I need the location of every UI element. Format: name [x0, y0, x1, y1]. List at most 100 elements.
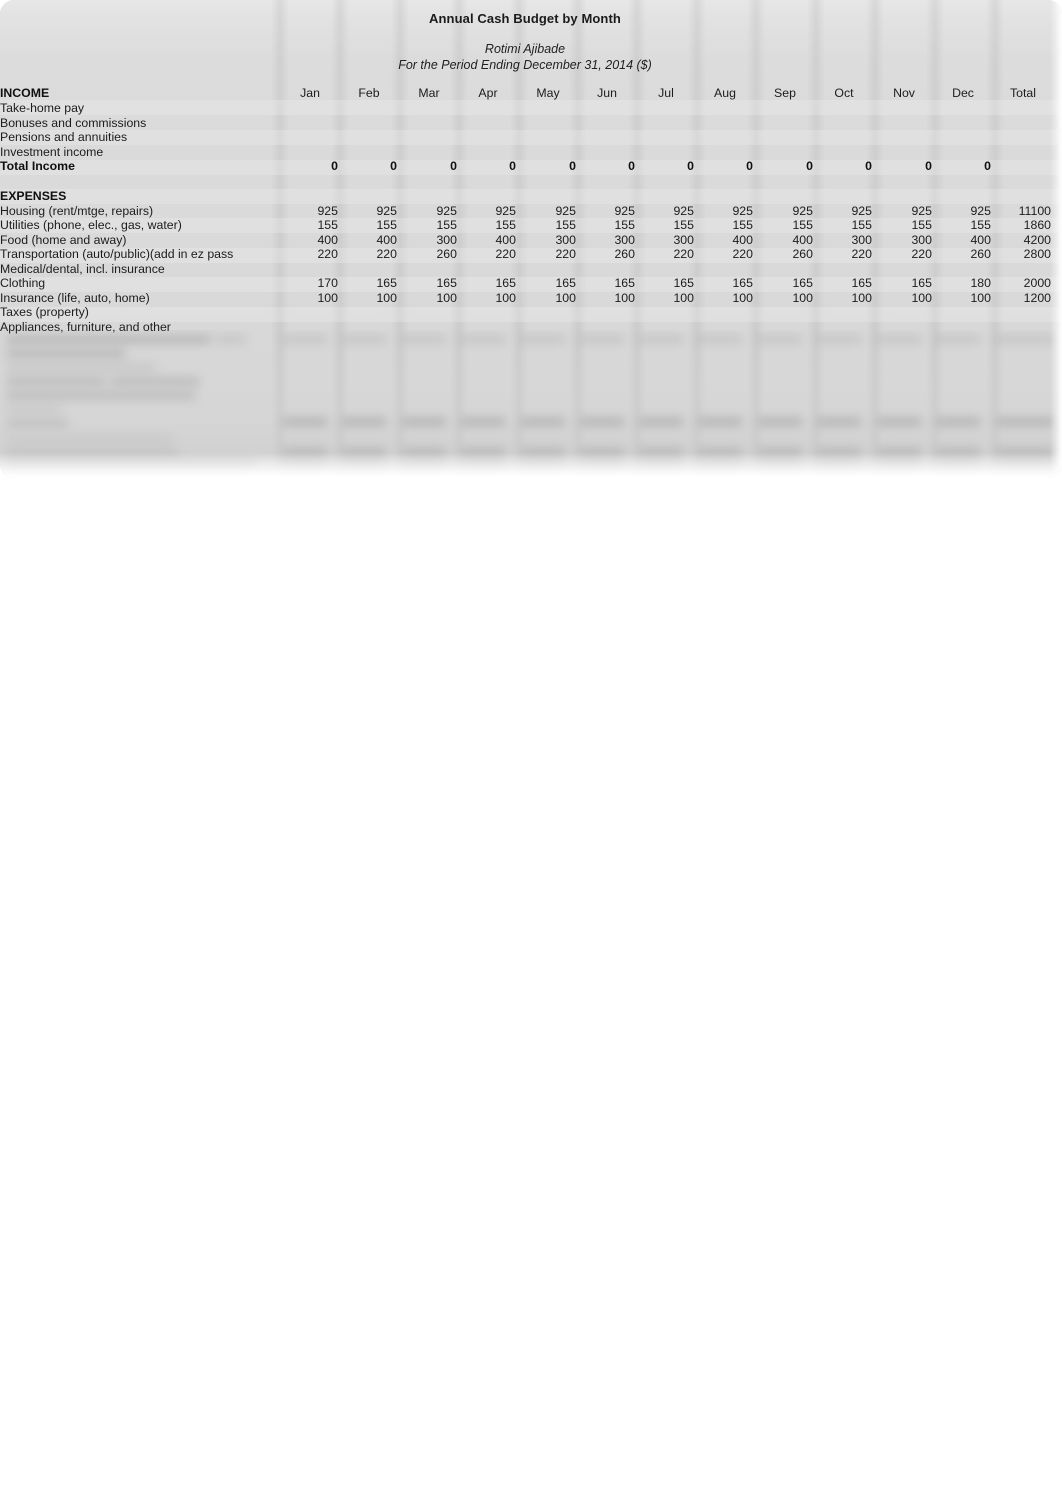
row-label: Bonuses and commissions — [0, 115, 147, 130]
cell: 165 — [495, 276, 516, 290]
column-header-jun: Jun — [597, 86, 617, 100]
cell-total: 1860 — [1023, 218, 1051, 232]
cell: 260 — [792, 247, 813, 261]
column-header-nov: Nov — [893, 86, 915, 100]
cell: 400 — [970, 232, 991, 247]
cell: 155 — [970, 218, 991, 232]
cell: 165 — [673, 276, 694, 290]
column-header-sep: Sep — [774, 86, 796, 100]
spreadsheet-document: Annual Cash Budget by Month Rotimi Ajiba… — [0, 0, 1062, 478]
cell: 925 — [555, 203, 576, 218]
cell: 155 — [673, 218, 694, 232]
cell: 925 — [792, 203, 813, 218]
table-row: Medical/dental, incl. insurance — [0, 262, 1062, 277]
cell: 0 — [925, 159, 932, 173]
row-label: Total Income — [0, 159, 75, 173]
cell: 0 — [806, 159, 813, 173]
column-header-mar: Mar — [418, 86, 440, 100]
row-label: Utilities (phone, elec., gas, water) — [0, 218, 182, 232]
cell: 300 — [555, 232, 576, 247]
cell: 100 — [732, 290, 753, 305]
cell: 100 — [495, 290, 516, 305]
cell: 165 — [911, 276, 932, 290]
cell: 0 — [984, 159, 991, 173]
row-label: Food (home and away) — [0, 232, 127, 247]
cell: 0 — [331, 159, 338, 173]
table-row: Food (home and away) 400 400 300 400 300… — [0, 233, 1062, 248]
table-row: Investment income — [0, 145, 1062, 160]
cell: 180 — [970, 276, 991, 290]
cell: 165 — [555, 276, 576, 290]
cell-total: 2800 — [1023, 247, 1051, 261]
table-row: Insurance (life, auto, home) 100 100 100… — [0, 291, 1062, 306]
cell: 400 — [495, 232, 516, 247]
cell: 220 — [317, 247, 338, 261]
table-row: Appliances, furniture, and other — [0, 320, 1062, 335]
table-row: Bonuses and commissions — [0, 116, 1062, 131]
cell-total: 2000 — [1023, 276, 1051, 290]
cell: 220 — [376, 247, 397, 261]
cell: 925 — [495, 203, 516, 218]
cell: 100 — [673, 290, 694, 305]
section-heading-income: INCOME — [0, 86, 50, 100]
row-label: Pensions and annuities — [0, 130, 128, 144]
cell: 155 — [792, 218, 813, 232]
cell: 0 — [509, 159, 516, 173]
table-row: Utilities (phone, elec., gas, water) 155… — [0, 218, 1062, 233]
cell: 300 — [851, 232, 872, 247]
cell: 0 — [390, 159, 397, 173]
column-header-feb: Feb — [358, 86, 380, 100]
cell-total: 11100 — [1018, 203, 1051, 218]
cell: 220 — [851, 247, 872, 261]
cell: 0 — [746, 159, 753, 173]
cell: 170 — [317, 276, 338, 290]
table-row: Housing (rent/mtge, repairs) 925 925 925… — [0, 204, 1062, 219]
cell: 155 — [732, 218, 753, 232]
cell: 100 — [376, 290, 397, 305]
cell: 220 — [495, 247, 516, 261]
cell: 925 — [911, 203, 932, 218]
cell: 155 — [495, 218, 516, 232]
cell: 925 — [614, 203, 635, 218]
row-label: Take-home pay — [0, 101, 85, 115]
cell: 100 — [792, 290, 813, 305]
cell: 925 — [317, 203, 338, 218]
row-label: Investment income — [0, 144, 104, 159]
cell-total: 4200 — [1023, 232, 1051, 247]
cell: 925 — [851, 203, 872, 218]
cell: 0 — [569, 159, 576, 173]
cell: 925 — [673, 203, 694, 218]
cell: 100 — [911, 290, 932, 305]
page-title: Annual Cash Budget by Month — [429, 11, 621, 26]
cell: 300 — [673, 232, 694, 247]
column-header-aug: Aug — [714, 86, 736, 100]
cell: 100 — [317, 290, 338, 305]
cell: 165 — [436, 276, 457, 290]
row-label: Transportation (auto/public)(add in ez p… — [0, 247, 234, 261]
cell: 155 — [851, 218, 872, 232]
cell: 0 — [865, 159, 872, 173]
cell: 165 — [851, 276, 872, 290]
cell: 100 — [970, 290, 991, 305]
cell: 220 — [673, 247, 694, 261]
cell: 100 — [851, 290, 872, 305]
cell: 0 — [687, 159, 694, 173]
table-row: Pensions and annuities — [0, 130, 1062, 145]
cell: 260 — [970, 247, 991, 261]
table-row-total-income: Total Income 0 0 0 0 0 0 0 0 0 0 0 0 — [0, 159, 1062, 174]
cell: 220 — [911, 247, 932, 261]
table-row: Clothing 170 165 165 165 165 165 165 165… — [0, 276, 1062, 291]
table-row: Transportation (auto/public)(add in ez p… — [0, 247, 1062, 262]
cell: 165 — [792, 276, 813, 290]
column-header-may: May — [536, 86, 560, 100]
cell: 925 — [376, 203, 397, 218]
cell: 0 — [450, 159, 457, 173]
cell: 400 — [317, 232, 338, 247]
row-label: Insurance (life, auto, home) — [0, 290, 150, 305]
cell: 155 — [614, 218, 635, 232]
cell: 155 — [436, 218, 457, 232]
cell: 300 — [436, 232, 457, 247]
cell: 925 — [436, 203, 457, 218]
cell: 165 — [614, 276, 635, 290]
cell: 260 — [436, 247, 457, 261]
